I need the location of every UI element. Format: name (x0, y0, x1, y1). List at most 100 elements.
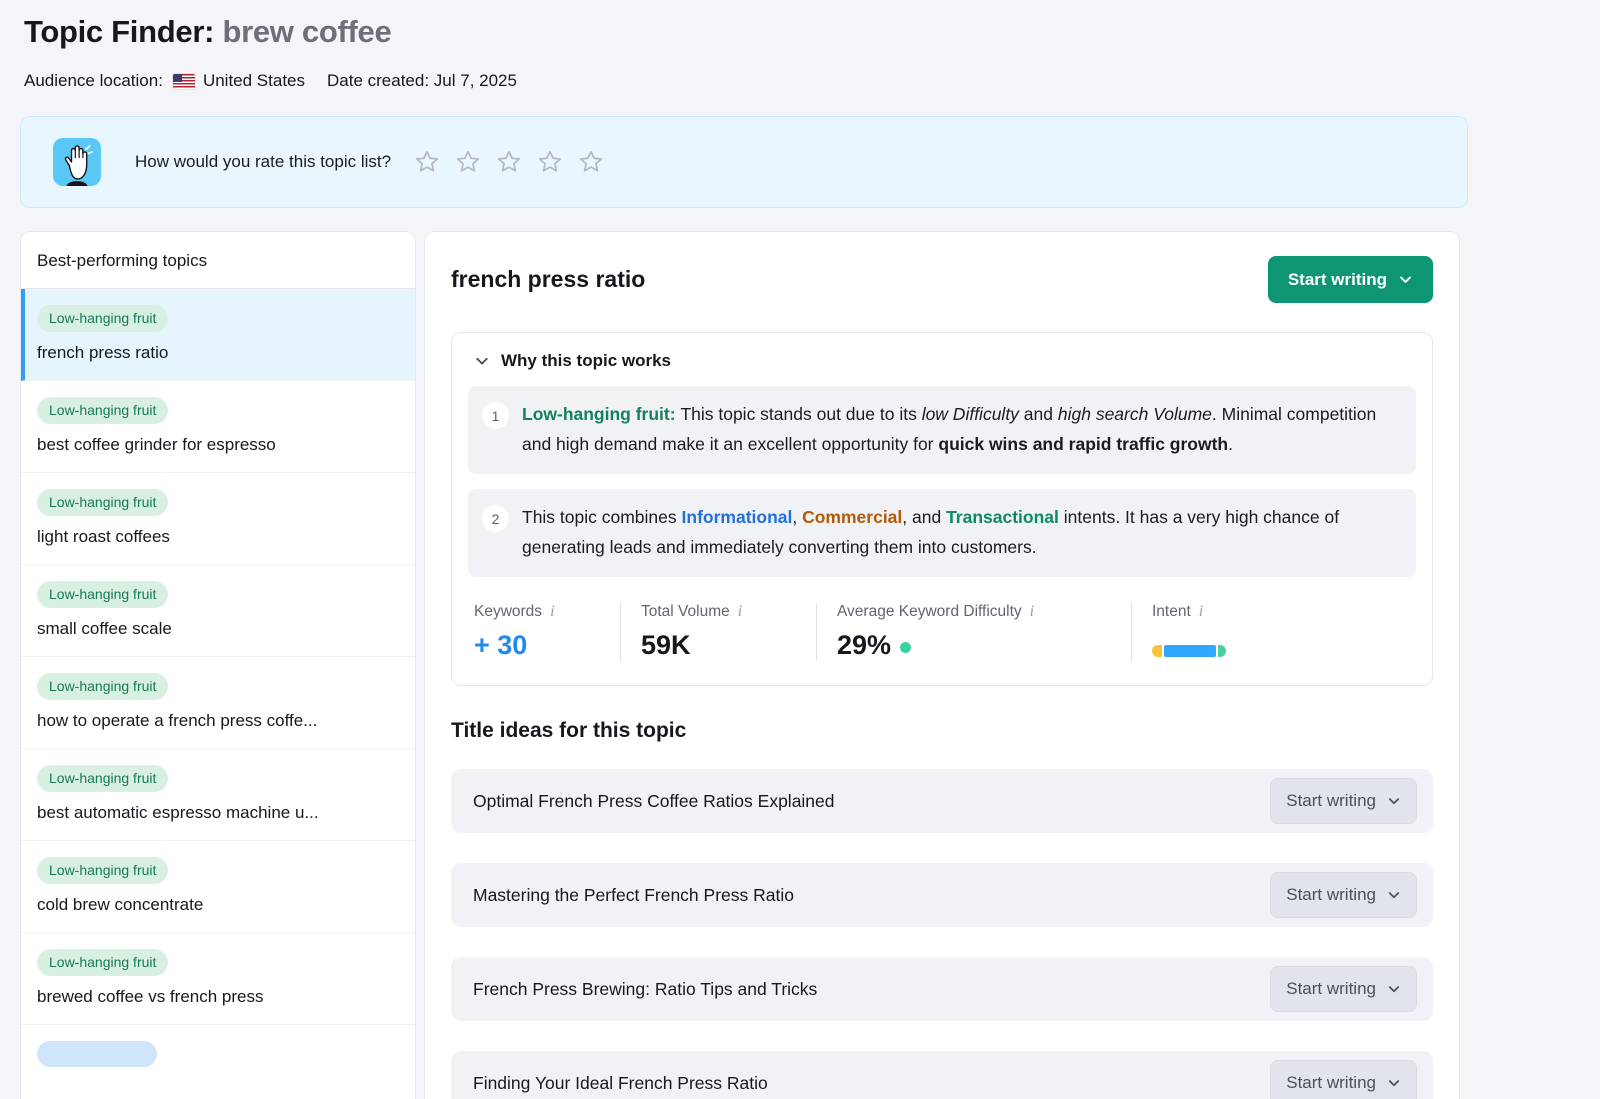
page-title: Topic Finder: brew coffee (24, 14, 1576, 50)
start-writing-label: Start writing (1286, 1073, 1376, 1093)
why-points: 1 Low-hanging fruit: This topic stands o… (468, 386, 1416, 577)
title-idea-text: French Press Brewing: Ratio Tips and Tri… (473, 979, 817, 1000)
topic-list-item[interactable]: Low-hanging fruit best coffee grinder fo… (21, 381, 415, 473)
topic-badge: Low-hanging fruit (37, 305, 168, 332)
point-number-badge: 1 (482, 402, 509, 429)
topic-list-item[interactable] (21, 1025, 415, 1099)
topic-list-item[interactable]: Low-hanging fruit cold brew concentrate (21, 841, 415, 933)
info-icon[interactable]: i (738, 603, 742, 621)
rating-banner: How would you rate this topic list? (20, 116, 1468, 208)
start-writing-button[interactable]: Start writing (1268, 256, 1433, 303)
audience-location-value: United States (203, 71, 305, 91)
metric-keywords: Keywords i + 30 (468, 603, 620, 661)
total-volume-label: Total Volume (641, 603, 730, 621)
topic-badge: Low-hanging fruit (37, 397, 168, 424)
topic-badge: Low-hanging fruit (37, 581, 168, 608)
title-idea-text: Optimal French Press Coffee Ratios Expla… (473, 791, 835, 812)
chevron-down-icon (1398, 272, 1413, 287)
keywords-label: Keywords (474, 603, 542, 621)
start-writing-label: Start writing (1288, 270, 1387, 290)
topic-title: how to operate a french press coffe... (37, 711, 399, 731)
metric-total-volume: Total Volume i 59K (620, 603, 816, 661)
topic-badge: Low-hanging fruit (37, 673, 168, 700)
difficulty-label: Average Keyword Difficulty (837, 603, 1022, 621)
topic-list-item[interactable]: Low-hanging fruit how to operate a frenc… (21, 657, 415, 749)
date-created-value: Jul 7, 2025 (434, 71, 517, 91)
topic-title: best automatic espresso machine u... (37, 803, 399, 823)
sidebar-title: Best-performing topics (21, 232, 415, 289)
title-idea-row: Finding Your Ideal French Press Ratio St… (451, 1051, 1433, 1099)
title-ideas-heading: Title ideas for this topic (451, 719, 1433, 743)
why-topic-works-title: Why this topic works (501, 351, 671, 371)
start-writing-button[interactable]: Start writing (1270, 1060, 1417, 1099)
total-volume-value: 59K (641, 630, 816, 661)
rating-stars (413, 148, 605, 176)
topic-metrics: Keywords i + 30 Total Volume i 59K Avera… (468, 599, 1416, 669)
report-meta: Audience location: United States Date cr… (24, 71, 1576, 91)
topic-badge: Low-hanging fruit (37, 765, 168, 792)
page-title-prefix: Topic Finder: (24, 14, 214, 49)
chevron-down-icon (1387, 794, 1401, 808)
info-icon[interactable]: i (550, 603, 554, 621)
page-title-query: brew coffee (222, 14, 391, 49)
raised-hand-icon (53, 138, 101, 186)
topic-title: light roast coffees (37, 527, 399, 547)
title-idea-row: French Press Brewing: Ratio Tips and Tri… (451, 957, 1433, 1021)
difficulty-status-dot (900, 642, 911, 653)
star-icon[interactable] (536, 148, 564, 176)
info-icon[interactable]: i (1030, 603, 1034, 621)
intent-label: Intent (1152, 603, 1191, 621)
start-writing-button[interactable]: Start writing (1270, 966, 1417, 1012)
metric-intent: Intent i (1131, 603, 1416, 661)
topic-detail-title: french press ratio (451, 266, 645, 293)
topic-title: french press ratio (37, 343, 399, 363)
star-icon[interactable] (577, 148, 605, 176)
topic-list-item[interactable]: Low-hanging fruit light roast coffees (21, 473, 415, 565)
topic-list-item[interactable]: Low-hanging fruit best automatic espress… (21, 749, 415, 841)
topic-title: small coffee scale (37, 619, 399, 639)
why-topic-works-section: Why this topic works 1 Low-hanging fruit… (451, 332, 1433, 686)
topic-badge: Low-hanging fruit (37, 949, 168, 976)
start-writing-button[interactable]: Start writing (1270, 872, 1417, 918)
chevron-down-icon (1387, 982, 1401, 996)
page-header: Topic Finder: brew coffee Audience locat… (0, 0, 1600, 91)
intent-bar (1152, 645, 1416, 657)
chevron-down-icon (1387, 1076, 1401, 1090)
info-icon[interactable]: i (1199, 603, 1203, 621)
start-writing-button[interactable]: Start writing (1270, 778, 1417, 824)
why-point: 2 This topic combines Informational, Com… (468, 489, 1416, 577)
metric-keyword-difficulty: Average Keyword Difficulty i 29% (816, 603, 1131, 661)
topic-list-item[interactable]: Low-hanging fruit small coffee scale (21, 565, 415, 657)
point-text: Low-hanging fruit: This topic stands out… (522, 399, 1398, 459)
topic-badge: Low-hanging fruit (37, 857, 168, 884)
why-point: 1 Low-hanging fruit: This topic stands o… (468, 386, 1416, 474)
topic-detail-panel: french press ratio Start writing Why thi… (424, 231, 1460, 1099)
us-flag-icon (173, 74, 195, 89)
topic-title: brewed coffee vs french press (37, 987, 399, 1007)
star-icon[interactable] (454, 148, 482, 176)
star-icon[interactable] (495, 148, 523, 176)
date-created-label: Date created: (327, 71, 429, 91)
keywords-value: + 30 (474, 630, 620, 661)
star-icon[interactable] (413, 148, 441, 176)
title-idea-row: Mastering the Perfect French Press Ratio… (451, 863, 1433, 927)
best-performing-topics-panel: Best-performing topics Low-hanging fruit… (20, 231, 416, 1099)
point-text: This topic combines Informational, Comme… (522, 502, 1398, 562)
title-ideas-list: Optimal French Press Coffee Ratios Expla… (451, 769, 1433, 1099)
title-idea-row: Optimal French Press Coffee Ratios Expla… (451, 769, 1433, 833)
topic-badge (37, 1041, 157, 1067)
topic-list: Low-hanging fruit french press ratio Low… (21, 289, 415, 1099)
why-topic-works-header[interactable]: Why this topic works (468, 349, 1416, 371)
chevron-down-icon (474, 353, 490, 369)
topic-title: best coffee grinder for espresso (37, 435, 399, 455)
start-writing-label: Start writing (1286, 979, 1376, 999)
topic-list-item[interactable]: Low-hanging fruit french press ratio (21, 289, 415, 381)
audience-location-label: Audience location: (24, 71, 163, 91)
chevron-down-icon (1387, 888, 1401, 902)
start-writing-label: Start writing (1286, 885, 1376, 905)
difficulty-value: 29% (837, 630, 1131, 661)
title-idea-text: Finding Your Ideal French Press Ratio (473, 1073, 768, 1094)
start-writing-label: Start writing (1286, 791, 1376, 811)
topic-list-item[interactable]: Low-hanging fruit brewed coffee vs frenc… (21, 933, 415, 1025)
point-number-badge: 2 (482, 505, 509, 532)
